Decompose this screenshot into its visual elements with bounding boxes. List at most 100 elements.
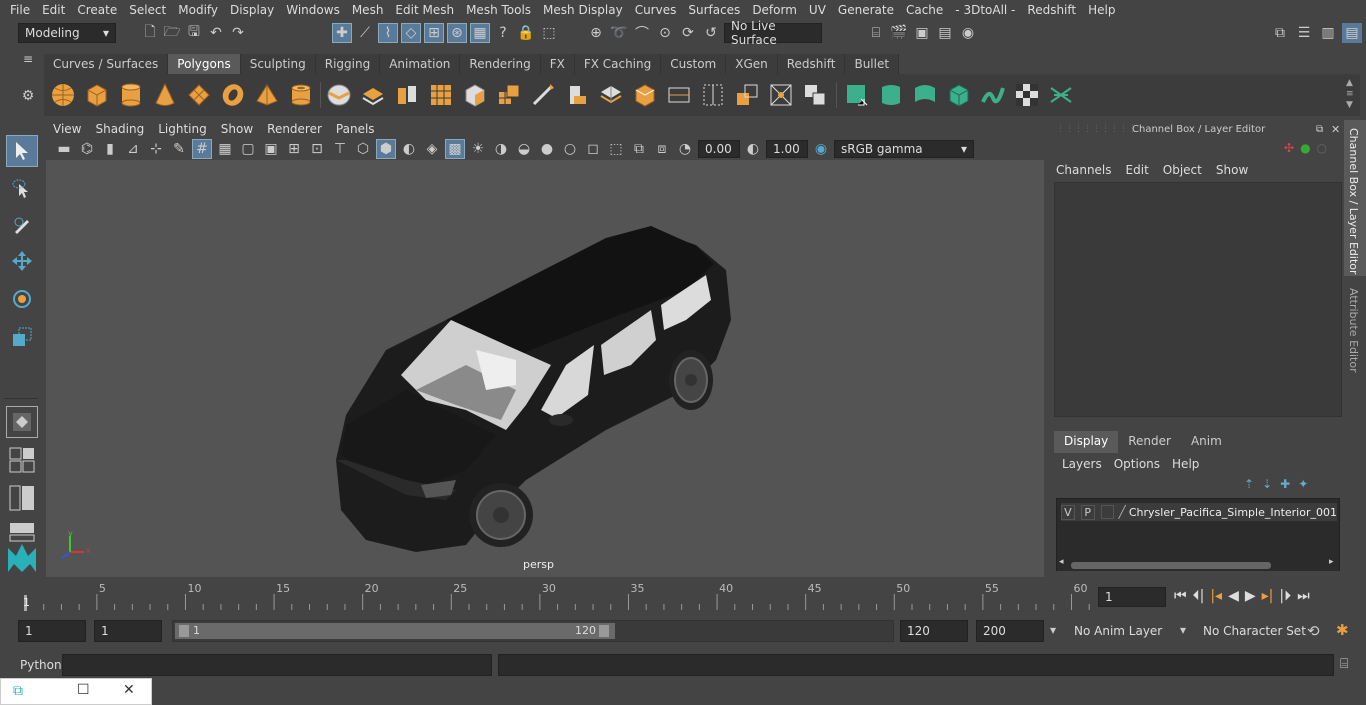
scene-start-field[interactable]: 1	[18, 620, 86, 642]
step-back-frame-icon[interactable]: |◂	[1210, 588, 1222, 604]
uv-checker-icon[interactable]	[1012, 80, 1042, 110]
uv-spherical-icon[interactable]	[910, 80, 940, 110]
live-surface-field[interactable]: No Live Surface	[724, 19, 822, 47]
play-backward-icon[interactable]: ◀	[1228, 588, 1239, 604]
shelf-tab-fx[interactable]: FX	[540, 54, 575, 74]
symmetry-icon[interactable]: ⟳	[678, 23, 698, 43]
modeling-toolkit-icon[interactable]: ⧉	[1270, 23, 1290, 43]
close-panel-icon[interactable]: ✕	[1331, 123, 1340, 136]
manipulator-icon[interactable]: ✣	[1284, 141, 1294, 155]
shelf-tab-sculpting[interactable]: Sculpting	[240, 54, 316, 74]
paint-select-tool-icon[interactable]	[6, 209, 38, 241]
character-set-label[interactable]: No Character Set	[1203, 624, 1306, 638]
help-icon[interactable]: ?	[493, 23, 513, 43]
snap-view-icon[interactable]: ⊛	[447, 23, 467, 43]
mirror-icon[interactable]	[460, 80, 490, 110]
render-frame-icon[interactable]: 🎬	[889, 23, 909, 43]
animation-prefs-icon[interactable]: ✱	[1336, 621, 1349, 639]
cb-menu-edit[interactable]: Edit	[1126, 163, 1149, 177]
menu-curves[interactable]: Curves	[629, 3, 683, 17]
viewport-menu-lighting[interactable]: Lighting	[151, 122, 214, 136]
menu-mesh-display[interactable]: Mesh Display	[537, 3, 629, 17]
shelf-tab-curves-surfaces[interactable]: Curves / Surfaces	[44, 54, 169, 74]
layer-row[interactable]: V P ╱ Chrysler_Pacifica_Simple_Interior_…	[1061, 503, 1337, 521]
menu-edit-mesh[interactable]: Edit Mesh	[389, 3, 460, 17]
speed-icon[interactable]: ○	[1317, 141, 1327, 155]
bridge-icon[interactable]	[528, 80, 558, 110]
wireframe-icon[interactable]: ⬡	[353, 139, 373, 159]
uv-cut-sew-icon[interactable]	[1046, 80, 1076, 110]
menu-create[interactable]: Create	[71, 3, 123, 17]
maya-logo-icon[interactable]	[6, 542, 38, 574]
field-chart-icon[interactable]: ⊞	[284, 139, 304, 159]
playback-end-field[interactable]: 120	[900, 620, 968, 642]
shelf-tab-xgen[interactable]: XGen	[726, 54, 778, 74]
go-to-start-icon[interactable]: ⏮	[1174, 588, 1187, 604]
depth-of-field-icon[interactable]: ○	[560, 139, 580, 159]
four-view-layout-icon[interactable]	[6, 444, 38, 476]
camera-attributes-icon[interactable]: ⌬	[77, 139, 97, 159]
soft-select-icon[interactable]: ⊙	[655, 23, 675, 43]
layer-menu-help[interactable]: Help	[1172, 457, 1199, 471]
select-tool-icon[interactable]	[6, 135, 38, 167]
ipr-render-icon[interactable]: ▣	[912, 23, 932, 43]
viewport-menu-renderer[interactable]: Renderer	[260, 122, 329, 136]
shelf-tab-rendering[interactable]: Rendering	[460, 54, 541, 74]
multi-cut-icon[interactable]	[664, 80, 694, 110]
menu-help[interactable]: Help	[1082, 3, 1121, 17]
mode-dropdown[interactable]: Modeling ▾	[18, 23, 116, 43]
play-forward-icon[interactable]: ▶	[1245, 588, 1256, 604]
textured-icon[interactable]: ◈	[422, 139, 442, 159]
image-plane-icon[interactable]: ⊿	[123, 139, 143, 159]
layer-visibility-toggle[interactable]: V	[1061, 504, 1075, 520]
side-tab-attribute-editor[interactable]: Attribute Editor	[1344, 282, 1366, 382]
perspective-viewport[interactable]: y x persp	[46, 160, 1044, 577]
viewport-menu-show[interactable]: Show	[214, 122, 260, 136]
cb-menu-channels[interactable]: Channels	[1056, 163, 1112, 177]
menu-deform[interactable]: Deform	[746, 3, 803, 17]
menu-file[interactable]: File	[4, 3, 36, 17]
target-weld-icon[interactable]	[698, 80, 728, 110]
scale-tool-icon[interactable]	[6, 321, 38, 353]
select-component-icon[interactable]: ⌇	[378, 23, 398, 43]
camera-select-icon[interactable]: ▬	[54, 139, 74, 159]
scene-end-field[interactable]: 200	[976, 620, 1044, 642]
shelf-menu-icon[interactable]: ≡	[18, 52, 38, 72]
paint-select-icon[interactable]: ⌒	[632, 23, 652, 43]
uv-planar-icon[interactable]	[842, 80, 872, 110]
layer-tab-display[interactable]: Display	[1054, 431, 1119, 453]
insert-edge-loop-icon[interactable]	[630, 80, 660, 110]
menu-3dtoall[interactable]: - 3DtoAll -	[949, 3, 1021, 17]
select-arrow-icon[interactable]: ⬚	[539, 23, 559, 43]
isolate-select-icon[interactable]: ◻	[583, 139, 603, 159]
snap-grid-icon[interactable]: ⊕	[586, 23, 606, 43]
layer-name[interactable]: Chrysler_Pacifica_Simple_Interior_001	[1129, 506, 1337, 519]
float-panel-icon[interactable]: ⧉	[1316, 124, 1323, 135]
film-gate-icon[interactable]: ▦	[215, 139, 235, 159]
step-back-key-icon[interactable]: ⏴|	[1193, 588, 1205, 604]
xray-joints-icon[interactable]: ⧉	[629, 139, 649, 159]
menu-redshift[interactable]: Redshift	[1021, 3, 1082, 17]
colorspace-dropdown[interactable]: sRGB gamma ▾	[834, 140, 974, 158]
smooth-shade-icon[interactable]: ⬢	[376, 139, 396, 159]
script-editor-icon[interactable]: ⌸	[1340, 656, 1348, 672]
lasso-tool-icon[interactable]	[6, 173, 38, 205]
exposure-field[interactable]: 0.00	[698, 140, 740, 158]
shadows-icon[interactable]: ☀	[468, 139, 488, 159]
snap-surface-icon[interactable]: ▦	[470, 23, 490, 43]
bookmark-icon[interactable]: ▮	[100, 139, 120, 159]
render-settings-icon[interactable]: ⌸	[866, 23, 886, 43]
shelf-tab-fx-caching[interactable]: FX Caching	[574, 54, 662, 74]
new-layer-icon[interactable]: ✚	[1280, 477, 1290, 491]
menu-surfaces[interactable]: Surfaces	[682, 3, 746, 17]
snap-curve-icon[interactable]: ◇	[401, 23, 421, 43]
multisample-icon[interactable]: ●	[537, 139, 557, 159]
select-hierarchy-icon[interactable]: ✚	[332, 23, 352, 43]
attribute-editor-toggle-icon[interactable]: ☰	[1294, 23, 1314, 43]
new-layer-from-selection-icon[interactable]: ✦	[1298, 477, 1308, 491]
wireframe-on-shaded-icon[interactable]: ◐	[399, 139, 419, 159]
extrude-icon[interactable]	[562, 80, 592, 110]
uv-automatic-icon[interactable]	[944, 80, 974, 110]
fill-hole-icon[interactable]	[494, 80, 524, 110]
menu-generate[interactable]: Generate	[832, 3, 900, 17]
